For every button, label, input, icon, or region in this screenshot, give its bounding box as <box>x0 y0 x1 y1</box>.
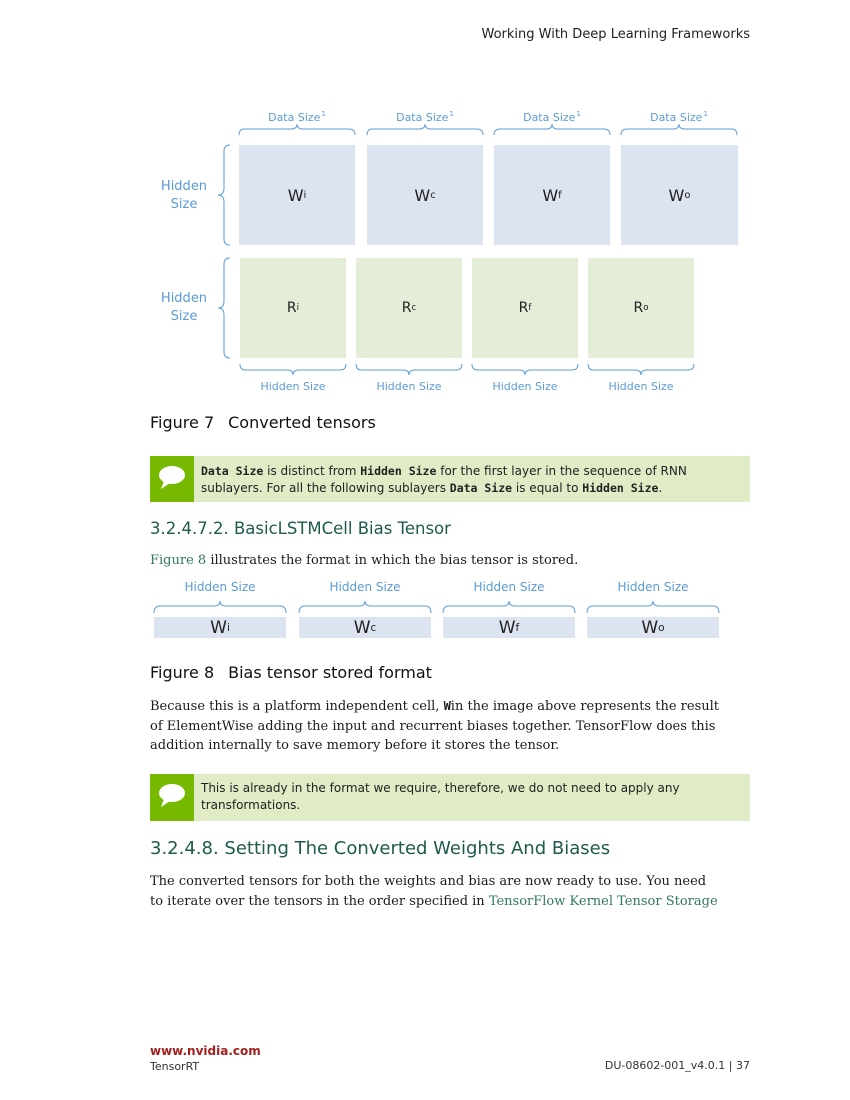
section-heading-bias-tensor: 3.2.4.7.2. BasicLSTMCell Bias Tensor <box>150 519 451 538</box>
bias-box-wo: Wo <box>587 617 719 638</box>
bias-box-wi: Wi <box>154 617 286 638</box>
section-1-intro: Figure 8 illustrates the format in which… <box>150 553 579 568</box>
speech-bubble-icon <box>159 784 185 807</box>
bias-paragraph-line-2: of ElementWise adding the input and recu… <box>150 718 716 734</box>
footer-product: TensorRT <box>150 1060 200 1073</box>
speech-bubble-icon <box>159 466 185 489</box>
footer-doc-page: DU-08602-001_v4.0.1 | 37 <box>604 1059 750 1072</box>
note-2-text: This is already in the format we require… <box>201 781 680 812</box>
w-box-c: Wc <box>367 145 483 245</box>
figure-7-caption: Figure 7 Converted tensors <box>150 413 376 432</box>
hidden-size-side-label-1: Hidden Size <box>160 179 208 212</box>
figure-8-link[interactable]: Figure 8 <box>150 553 206 568</box>
bias-box-wc: Wc <box>299 617 431 638</box>
hidden-size-bottom-label-3: Hidden Size <box>492 380 558 393</box>
hidden-size-side-label-2: Hidden Size <box>160 291 208 324</box>
w-box-o: Wo <box>621 145 738 245</box>
note-box-2: This is already in the format we require… <box>150 774 750 821</box>
figure-8-caption: Figure 8 Bias tensor stored format <box>150 663 432 682</box>
r-box-c: Rc <box>356 258 462 358</box>
hidden-size-bottom-label-2: Hidden Size <box>376 380 442 393</box>
bias-box-wf: Wf <box>443 617 575 638</box>
note-1-text: Data Size is distinct from Hidden Size f… <box>201 464 687 495</box>
r-box-o: Ro <box>588 258 694 358</box>
section-heading-setting-weights: 3.2.4.8. Setting The Converted Weights A… <box>150 838 611 859</box>
bias-paragraph-line-1: Because this is a platform independent c… <box>150 699 719 714</box>
note-icon-box <box>150 456 194 502</box>
setting-weights-paragraph: The converted tensors for both the weigh… <box>150 872 750 911</box>
setting-weights-line-1: The converted tensors for both the weigh… <box>150 874 707 889</box>
w-box-i: Wi <box>239 145 355 245</box>
bias-paragraph: Because this is a platform independent c… <box>150 697 750 756</box>
footer-website-link[interactable]: www.nvidia.com <box>150 1044 261 1058</box>
note-icon-box <box>150 774 194 821</box>
hidden-size-bottom-label-4: Hidden Size <box>608 380 674 393</box>
r-box-i: Ri <box>240 258 346 358</box>
note-box-1: Data Size is distinct from Hidden Size f… <box>150 456 750 502</box>
tensorflow-kernel-storage-link[interactable]: TensorFlow Kernel Tensor Storage <box>489 894 718 909</box>
hidden-size-bottom-label-1: Hidden Size <box>260 380 326 393</box>
w-box-f: Wf <box>494 145 610 245</box>
bias-paragraph-line-3: addition internally to save memory befor… <box>150 738 560 753</box>
r-box-f: Rf <box>472 258 578 358</box>
setting-weights-line-2: to iterate over the tensors in the order… <box>150 893 718 909</box>
figure-8-diagram: Hidden Size Hidden Size Hidden Size Hidd… <box>0 575 850 645</box>
figure-7-diagram: Data Size1 Data Size1 Data Size1 Data Si… <box>0 0 850 400</box>
